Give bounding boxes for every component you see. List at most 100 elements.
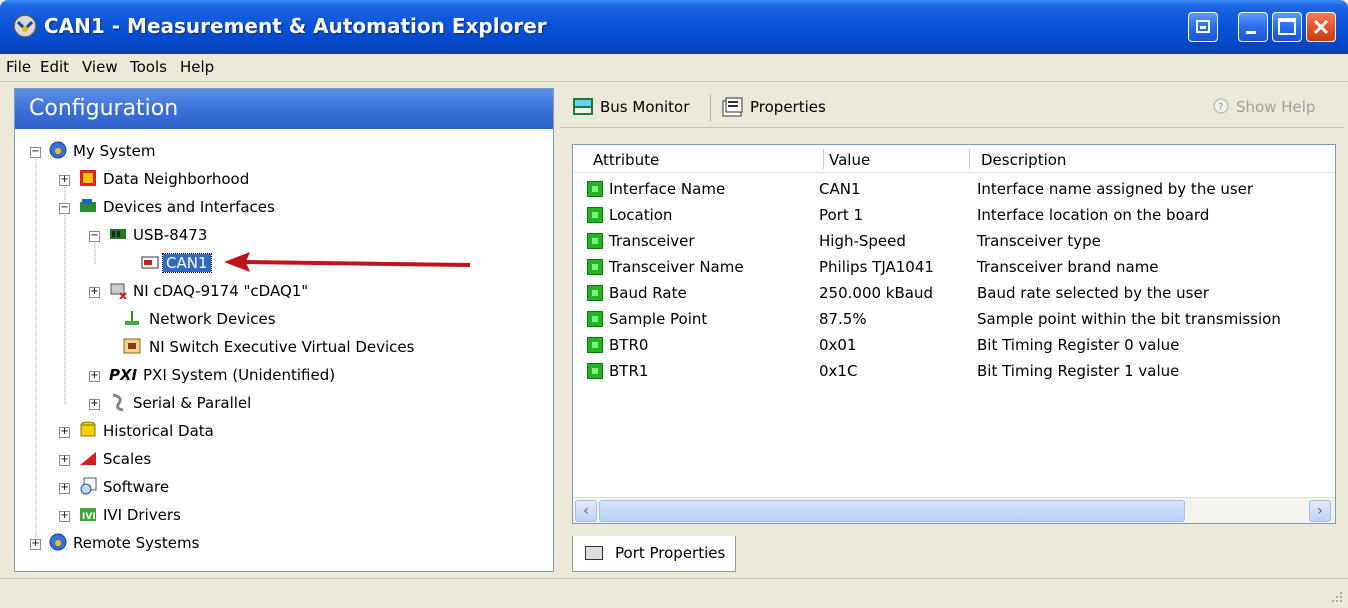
table-row[interactable]: Baud Rate 250.000 kBaud Baud rate select… [573, 281, 1335, 307]
value-cell: 250.000 kBaud [819, 284, 933, 302]
maximize-button[interactable] [1272, 12, 1302, 42]
configuration-header: Configuration [15, 89, 553, 129]
column-header-value[interactable]: Value [829, 151, 870, 169]
port-properties-icon [585, 546, 603, 560]
value-cell: 0x1C [819, 362, 858, 380]
scroll-thumb[interactable] [599, 500, 1185, 522]
menu-tools[interactable]: Tools [130, 58, 167, 76]
column-header-description[interactable]: Description [981, 151, 1066, 169]
table-row[interactable]: Transceiver High-Speed Transceiver type [573, 229, 1335, 255]
description-cell: Bit Timing Register 1 value [977, 362, 1180, 380]
menu-edit[interactable]: Edit [40, 58, 69, 76]
help-icon: ? [1213, 98, 1229, 114]
tree-item-usb-8473[interactable]: − USB-8473 [15, 225, 553, 247]
expand-icon[interactable]: + [89, 371, 100, 382]
description-cell: Transceiver brand name [977, 258, 1159, 276]
tree-item-serial-parallel[interactable]: + Serial & Parallel [15, 393, 553, 415]
attribute-status-icon [587, 311, 603, 327]
show-help-button[interactable]: ? Show Help [1208, 95, 1338, 121]
title-bar[interactable]: CAN1 - Measurement & Automation Explorer [0, 0, 1348, 54]
tree-label: CAN1 [162, 253, 212, 273]
table-row[interactable]: Sample Point 87.5% Sample point within t… [573, 307, 1335, 333]
tree-item-software[interactable]: + Software [15, 477, 553, 499]
expand-icon[interactable]: + [59, 511, 70, 522]
expand-icon[interactable]: + [59, 175, 70, 186]
tree-item-cdaq-9174[interactable]: + NI cDAQ-9174 "cDAQ1" [15, 281, 553, 303]
tree-label: Remote Systems [73, 534, 200, 552]
expand-icon[interactable]: + [59, 483, 70, 494]
menu-file[interactable]: File [6, 58, 31, 76]
tree-item-ivi-drivers[interactable]: + IVI IVI Drivers [15, 505, 553, 527]
properties-button[interactable]: Properties [722, 95, 842, 121]
tree-item-pxi-system[interactable]: + PXI PXI System (Unidentified) [15, 365, 553, 387]
attribute-cell: Interface Name [609, 180, 726, 198]
table-row[interactable]: Location Port 1 Interface location on th… [573, 203, 1335, 229]
tab-label: Port Properties [615, 544, 726, 562]
menu-bar: File Edit View Tools Help [0, 54, 1348, 82]
minimize-button[interactable] [1238, 12, 1268, 42]
window-menu-icon [1196, 20, 1210, 33]
extra-window-button[interactable] [1188, 12, 1218, 42]
attribute-cell: BTR0 [609, 336, 649, 354]
attribute-status-icon [587, 337, 603, 353]
resize-grip-icon[interactable] [1330, 590, 1344, 604]
properties-icon [722, 97, 743, 117]
attribute-cell: Sample Point [609, 310, 708, 328]
expand-icon[interactable]: + [30, 539, 41, 550]
expand-icon[interactable]: + [89, 399, 100, 410]
expand-icon[interactable]: + [59, 455, 70, 466]
max-app-icon [13, 14, 37, 38]
tree-item-my-system[interactable]: − My System [15, 141, 553, 163]
value-cell: High-Speed [819, 232, 906, 250]
tree-item-devices-and-interfaces[interactable]: − Devices and Interfaces [15, 197, 553, 219]
table-row[interactable]: Interface Name CAN1 Interface name assig… [573, 177, 1335, 203]
tree-item-historical-data[interactable]: + Historical Data [15, 421, 553, 443]
value-cell: CAN1 [819, 180, 861, 198]
scroll-right-button[interactable]: › [1309, 500, 1331, 522]
usb-device-icon [110, 229, 126, 239]
tree-label: Devices and Interfaces [103, 198, 275, 216]
column-divider[interactable] [969, 149, 970, 169]
table-row[interactable]: BTR0 0x01 Bit Timing Register 0 value [573, 333, 1335, 359]
value-cell: Philips TJA1041 [819, 258, 934, 276]
tree-label: Serial & Parallel [133, 394, 252, 412]
maximize-icon [1278, 18, 1296, 35]
attribute-cell: Transceiver [609, 232, 695, 250]
svg-text:?: ? [1218, 102, 1223, 113]
expand-icon[interactable]: + [89, 287, 100, 298]
properties-label: Properties [750, 98, 826, 116]
scroll-left-button[interactable]: ‹ [575, 500, 597, 522]
tree-item-network-devices[interactable]: Network Devices [15, 309, 553, 331]
tree-item-scales[interactable]: + Scales [15, 449, 553, 471]
attribute-status-icon [587, 233, 603, 249]
expand-icon[interactable]: + [59, 427, 70, 438]
bus-monitor-button[interactable]: Bus Monitor [572, 95, 702, 121]
collapse-icon[interactable]: − [59, 203, 70, 214]
table-row[interactable]: BTR1 0x1C Bit Timing Register 1 value [573, 359, 1335, 385]
tab-port-properties[interactable]: Port Properties [572, 536, 736, 572]
tree-item-data-neighborhood[interactable]: + Data Neighborhood [15, 169, 553, 191]
my-system-icon [49, 141, 67, 159]
bus-monitor-icon [573, 98, 593, 115]
column-header-attribute[interactable]: Attribute [593, 151, 659, 169]
attribute-status-icon [587, 181, 603, 197]
network-devices-icon [125, 311, 139, 325]
devices-icon [80, 199, 96, 212]
window-title: CAN1 - Measurement & Automation Explorer [44, 14, 547, 38]
horizontal-scrollbar[interactable]: ‹ › [573, 497, 1335, 523]
menu-view[interactable]: View [82, 58, 118, 76]
details-pane: Bus Monitor Properties ? Show Help Attri… [560, 88, 1344, 572]
table-row[interactable]: Transceiver Name Philips TJA1041 Transce… [573, 255, 1335, 281]
menu-help[interactable]: Help [180, 58, 214, 76]
collapse-icon[interactable]: − [89, 231, 100, 242]
toolbar: Bus Monitor Properties ? Show Help [560, 88, 1344, 128]
tree-label: Data Neighborhood [103, 170, 250, 188]
collapse-icon[interactable]: − [30, 147, 41, 158]
close-button[interactable] [1306, 12, 1336, 42]
minimize-icon [1246, 31, 1256, 34]
column-divider[interactable] [823, 149, 824, 169]
tree-item-switch-executive[interactable]: NI Switch Executive Virtual Devices [15, 337, 553, 359]
tree-item-remote-systems[interactable]: + Remote Systems [15, 533, 553, 555]
tree-label: Scales [103, 450, 152, 468]
tree-label: NI Switch Executive Virtual Devices [149, 338, 415, 356]
